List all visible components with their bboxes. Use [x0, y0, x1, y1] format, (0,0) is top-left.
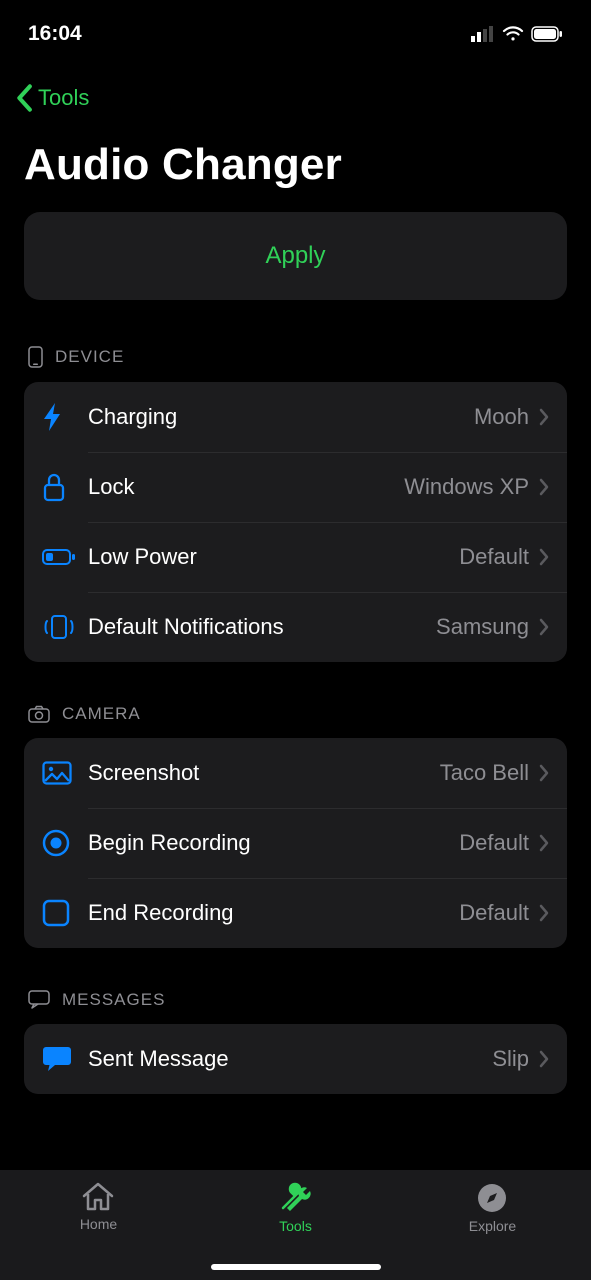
- section-device: DEVICE Charging Mooh Lock Windows XP Low…: [0, 346, 591, 662]
- row-value: Windows XP: [404, 474, 529, 500]
- back-nav[interactable]: Tools: [0, 54, 591, 122]
- section-messages: MESSAGES Sent Message Slip: [0, 990, 591, 1094]
- chevron-right-icon: [539, 764, 549, 782]
- cellular-icon: [471, 26, 495, 42]
- page-title: Audio Changer: [0, 122, 591, 212]
- row-value: Default: [459, 830, 529, 856]
- row-begin-recording[interactable]: Begin Recording Default: [24, 808, 567, 878]
- compass-icon: [476, 1182, 508, 1214]
- row-end-recording[interactable]: End Recording Default: [24, 878, 567, 948]
- chat-icon: [28, 990, 50, 1010]
- row-low-power[interactable]: Low Power Default: [24, 522, 567, 592]
- tab-bar: Home Tools Explore: [0, 1170, 591, 1280]
- chevron-right-icon: [539, 1050, 549, 1068]
- chevron-right-icon: [539, 834, 549, 852]
- apply-button[interactable]: Apply: [24, 212, 567, 300]
- tab-label: Explore: [469, 1218, 516, 1234]
- back-label: Tools: [38, 85, 89, 111]
- phone-icon: [28, 346, 43, 368]
- stop-icon: [42, 899, 70, 927]
- chevron-right-icon: [539, 904, 549, 922]
- row-value: Mooh: [474, 404, 529, 430]
- chevron-right-icon: [539, 478, 549, 496]
- card-camera: Screenshot Taco Bell Begin Recording Def…: [24, 738, 567, 948]
- bolt-icon: [42, 402, 64, 432]
- row-label: Default Notifications: [88, 614, 436, 640]
- tab-home[interactable]: Home: [1, 1182, 196, 1232]
- tab-tools[interactable]: Tools: [198, 1182, 393, 1234]
- section-header-device: DEVICE: [24, 346, 567, 368]
- row-label: Begin Recording: [88, 830, 459, 856]
- home-indicator[interactable]: [211, 1264, 381, 1270]
- row-value: Default: [459, 900, 529, 926]
- chevron-right-icon: [539, 408, 549, 426]
- tab-explore[interactable]: Explore: [395, 1182, 590, 1234]
- chevron-right-icon: [539, 548, 549, 566]
- row-label: Sent Message: [88, 1046, 492, 1072]
- battery-icon: [531, 26, 563, 42]
- home-icon: [81, 1182, 115, 1212]
- section-header-messages: MESSAGES: [24, 990, 567, 1010]
- row-value: Default: [459, 544, 529, 570]
- scroll-fade: [0, 1140, 591, 1170]
- record-icon: [42, 829, 70, 857]
- chevron-right-icon: [539, 618, 549, 636]
- chevron-left-icon: [14, 84, 34, 112]
- row-label: Charging: [88, 404, 474, 430]
- row-screenshot[interactable]: Screenshot Taco Bell: [24, 738, 567, 808]
- camera-icon: [28, 705, 50, 723]
- status-bar: 16:04: [0, 0, 591, 54]
- wifi-icon: [502, 26, 524, 42]
- battery-low-icon: [42, 548, 76, 566]
- section-header-label: DEVICE: [55, 347, 124, 367]
- message-bubble-icon: [42, 1045, 72, 1073]
- row-lock[interactable]: Lock Windows XP: [24, 452, 567, 522]
- card-messages: Sent Message Slip: [24, 1024, 567, 1094]
- row-value: Taco Bell: [440, 760, 529, 786]
- image-icon: [42, 761, 72, 785]
- section-header-label: CAMERA: [62, 704, 141, 724]
- section-header-label: MESSAGES: [62, 990, 165, 1010]
- row-sent-message[interactable]: Sent Message Slip: [24, 1024, 567, 1094]
- section-camera: CAMERA Screenshot Taco Bell Begin Record…: [0, 704, 591, 948]
- row-value: Samsung: [436, 614, 529, 640]
- row-label: End Recording: [88, 900, 459, 926]
- status-time: 16:04: [28, 22, 82, 46]
- card-device: Charging Mooh Lock Windows XP Low Power …: [24, 382, 567, 662]
- tab-label: Home: [80, 1216, 117, 1232]
- lock-icon: [42, 472, 66, 502]
- vibrate-icon: [42, 614, 76, 640]
- row-label: Low Power: [88, 544, 459, 570]
- row-default-notifications[interactable]: Default Notifications Samsung: [24, 592, 567, 662]
- row-label: Lock: [88, 474, 404, 500]
- row-charging[interactable]: Charging Mooh: [24, 382, 567, 452]
- tab-label: Tools: [279, 1218, 312, 1234]
- row-value: Slip: [492, 1046, 529, 1072]
- row-label: Screenshot: [88, 760, 440, 786]
- section-header-camera: CAMERA: [24, 704, 567, 724]
- status-icons: [471, 26, 563, 42]
- tools-icon: [277, 1182, 313, 1214]
- apply-label: Apply: [265, 242, 325, 270]
